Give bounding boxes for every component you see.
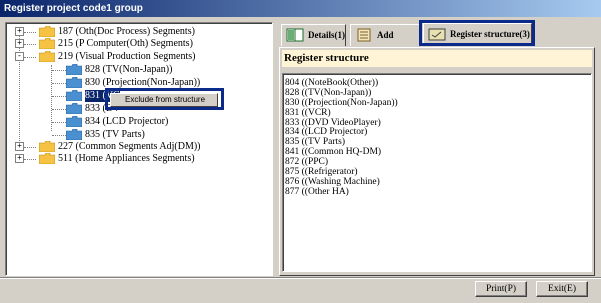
folder-icon xyxy=(66,77,82,88)
list-item[interactable]: 831 ((VCR) xyxy=(285,108,591,118)
active-tab-highlight xyxy=(419,20,535,46)
tree-node-828[interactable]: 828 (TV(Non-Japan)) xyxy=(6,64,266,76)
folder-icon xyxy=(66,129,82,140)
list-item[interactable]: 877 ((Other HA) xyxy=(285,187,591,197)
context-menu-exclude-item[interactable]: Exclude from structure xyxy=(110,93,218,107)
folder-icon xyxy=(66,103,82,114)
tree-node-label: 835 (TV Parts) xyxy=(85,129,145,140)
tree-node-label: 511 (Home Appliances Segments) xyxy=(58,153,195,164)
tab-add-info[interactable]: Add Info(2) xyxy=(350,24,420,60)
tree-node-834[interactable]: 834 (LCD Projector) xyxy=(6,116,266,128)
window-title: Register project code1 group xyxy=(0,0,601,17)
tree-node-187[interactable]: + 187 (Oth(Doc Process) Segments) xyxy=(6,26,266,38)
folder-icon xyxy=(66,116,82,127)
tree-node-215[interactable]: + 215 (P Computer(Oth) Segments) xyxy=(6,38,266,50)
expand-icon[interactable]: + xyxy=(15,39,24,48)
structure-list[interactable]: 804 ((NoteBook(Other)) 828 ((TV(Non-Japa… xyxy=(282,73,592,272)
expand-icon[interactable]: + xyxy=(15,154,24,163)
tree-node-label: 828 (TV(Non-Japan)) xyxy=(85,64,173,75)
folder-icon xyxy=(39,141,55,152)
collapse-icon[interactable]: - xyxy=(15,52,24,61)
tab-details-label: Details(1) xyxy=(308,30,345,40)
list-item[interactable]: 835 ((TV Parts) xyxy=(285,137,591,147)
list-item[interactable]: 841 ((Common HQ-DM) xyxy=(285,147,591,157)
list-item[interactable]: 833 ((DVD VideoPlayer) xyxy=(285,118,591,128)
print-button[interactable]: Print(P) xyxy=(475,281,527,297)
tree-node-219[interactable]: - 219 (Visual Production Segments) xyxy=(6,51,266,63)
footer-divider xyxy=(0,277,601,279)
folder-open-icon xyxy=(39,51,55,62)
panel-header: Register structure xyxy=(282,50,592,67)
tree-node-511[interactable]: + 511 (Home Appliances Segments) xyxy=(6,153,266,165)
tree-node-label: 227 (Common Segments Adj(DM)) xyxy=(58,141,201,152)
notes-icon xyxy=(355,28,373,42)
tree-node-227[interactable]: + 227 (Common Segments Adj(DM)) xyxy=(6,141,266,153)
structure-tree[interactable]: + 187 (Oth(Doc Process) Segments) + 215 … xyxy=(5,22,273,276)
folder-icon xyxy=(66,90,82,101)
list-item[interactable]: 804 ((NoteBook(Other)) xyxy=(285,78,591,88)
list-item[interactable]: 875 ((Refrigerator) xyxy=(285,167,591,177)
folder-icon xyxy=(39,26,55,37)
folder-icon xyxy=(66,64,82,75)
tree-node-label: 219 (Visual Production Segments) xyxy=(58,51,196,62)
register-structure-panel: Register structure 804 ((NoteBook(Other)… xyxy=(279,47,595,276)
list-item[interactable]: 876 ((Washing Machine) xyxy=(285,177,591,187)
tree-node-label: 215 (P Computer(Oth) Segments) xyxy=(58,38,193,49)
folder-icon xyxy=(39,38,55,49)
tree-node-label: 187 (Oth(Doc Process) Segments) xyxy=(58,26,195,37)
list-item[interactable]: 830 ((Projection(Non-Japan)) xyxy=(285,98,591,108)
expand-icon[interactable]: + xyxy=(15,27,24,36)
list-item[interactable]: 872 ((PPC) xyxy=(285,157,591,167)
tree-node-label: 834 (LCD Projector) xyxy=(85,116,169,127)
list-item[interactable]: 828 ((TV(Non-Japan)) xyxy=(285,88,591,98)
exit-button[interactable]: Exit(E) xyxy=(536,281,588,297)
tree-node-835[interactable]: 835 (TV Parts) xyxy=(6,129,266,141)
folder-icon xyxy=(39,153,55,164)
list-item[interactable]: 834 ((LCD Projector) xyxy=(285,127,591,138)
expand-icon[interactable]: + xyxy=(15,142,24,151)
tab-details[interactable]: Details(1) xyxy=(281,24,346,46)
book-icon xyxy=(286,28,304,42)
